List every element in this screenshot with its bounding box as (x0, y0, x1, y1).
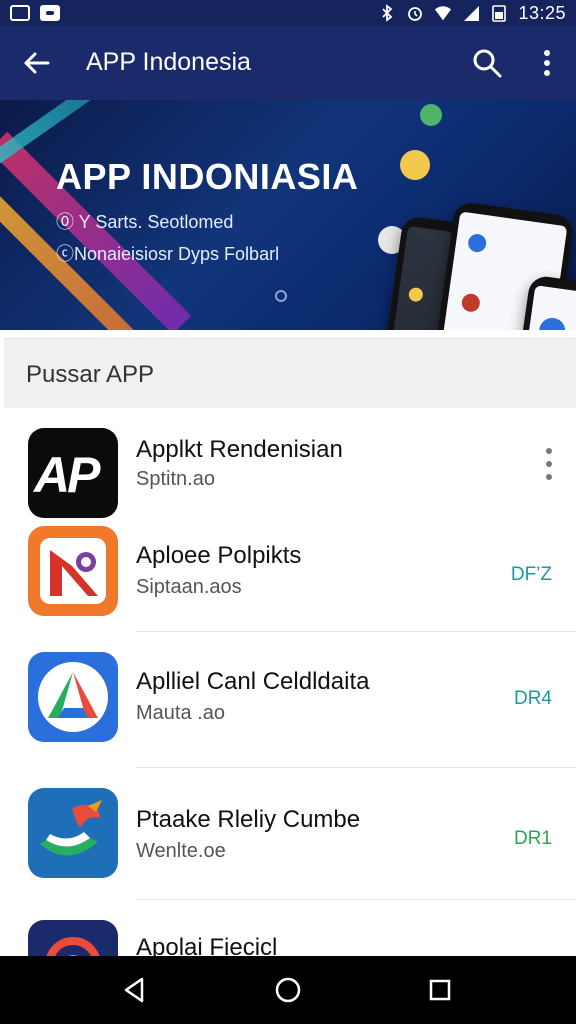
screen-dot (537, 316, 567, 330)
icon-mark (40, 800, 102, 856)
promo-banner[interactable]: APP INDONIASIA ⓪ Y Sarts. Seotlomed ⓒNon… (0, 100, 576, 330)
status-left (10, 5, 60, 21)
app-name: Aploee Polpikts (136, 542, 302, 569)
page-title: APP Indonesia (86, 48, 251, 76)
decor-bubble (275, 290, 287, 302)
image-icon (10, 5, 30, 21)
status-right: 13:25 (378, 3, 566, 24)
icon-mark (48, 672, 98, 718)
list-item[interactable]: AP Applkt Rendenisian Sptitn.ao (0, 408, 576, 528)
app-tag: DR4 (513, 688, 552, 709)
nav-recents-icon[interactable] (424, 974, 456, 1006)
screen-dot (467, 232, 488, 254)
colorful-a-icon (28, 652, 118, 742)
banner-line-1: ⓪ Y Sarts. Seotlomed (56, 212, 234, 232)
app-name: Apolai Fiecicl (136, 934, 278, 956)
more-vert-icon[interactable] (530, 46, 564, 80)
section-title: Pussar APP (26, 361, 155, 388)
alarm-icon (408, 7, 423, 21)
status-bar: 13:25 (0, 0, 576, 26)
icon-mark (46, 937, 100, 956)
banner-line-2: ⓒNonaieisiosr Dyps Folbarl (56, 244, 280, 264)
app-icon-text: AP (34, 447, 100, 503)
bird-flag-icon (28, 788, 118, 878)
more-vert-icon[interactable] (542, 446, 556, 482)
decor-bubble (400, 150, 430, 180)
app-subtitle: Sptitn.ao (136, 468, 215, 490)
status-time: 13:25 (518, 2, 566, 23)
nav-back-icon[interactable] (118, 974, 150, 1006)
signal-icon (464, 6, 480, 21)
orange-k-icon (28, 526, 118, 616)
wifi-icon (435, 6, 452, 21)
list-item[interactable]: Apolai Fiecicl (0, 900, 576, 956)
screen-dot (460, 292, 481, 313)
app-bar: APP Indonesia (0, 26, 576, 100)
app-subtitle: Wenlte.oe (136, 840, 226, 862)
app-subtitle: Mauta .ao (136, 702, 225, 724)
icon-mark (50, 550, 98, 596)
message-icon (40, 5, 60, 21)
system-nav-bar (0, 956, 576, 1024)
circle-app-icon (28, 920, 118, 956)
decor-bubble (420, 104, 442, 126)
app-name: Applkt Rendenisian (136, 436, 343, 463)
app-name: Ptaake Rleliy Cumbe (136, 806, 361, 833)
section-header: Pussar APP (4, 338, 576, 408)
ap-logo-icon: AP (28, 428, 118, 518)
screen-dot (407, 286, 424, 303)
banner-headline: APP INDONIASIA (56, 156, 359, 197)
app-subtitle: Siptaan.aos (136, 576, 242, 598)
app-tag: DF’Z (510, 564, 552, 585)
app-list: AP Applkt Rendenisian Sptitn.ao Aploee P… (0, 408, 576, 956)
list-item[interactable]: Aploee Polpikts Siptaan.aos DF’Z (0, 512, 576, 632)
phone-screen (519, 285, 576, 330)
battery-icon (492, 5, 507, 22)
search-icon[interactable] (470, 46, 504, 80)
list-item[interactable]: Aplliel Canl Celdldaita Mauta .ao DR4 (0, 632, 576, 768)
app-name: Aplliel Canl Celdldaita (136, 668, 370, 695)
app-tag: DR1 (513, 828, 552, 849)
list-item[interactable]: Ptaake Rleliy Cumbe Wenlte.oe DR1 (0, 768, 576, 900)
nav-home-icon[interactable] (272, 974, 304, 1006)
bluetooth-icon (382, 4, 393, 22)
back-arrow-icon[interactable] (20, 46, 54, 80)
